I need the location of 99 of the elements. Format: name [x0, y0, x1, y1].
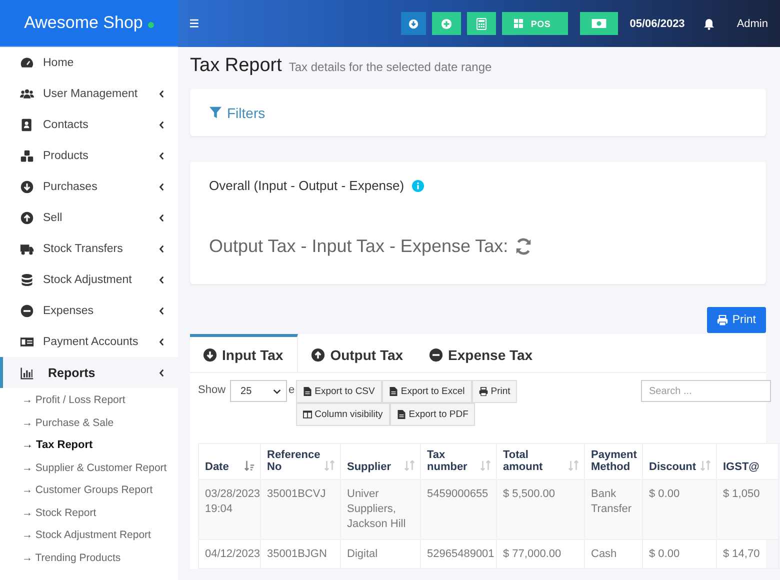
- submenu-item[interactable]: → Stock Adjustment Report: [22, 524, 178, 546]
- printer-icon: [717, 314, 728, 326]
- table-cell: $ 14,70: [716, 539, 778, 569]
- calculator-button[interactable]: [466, 12, 496, 35]
- menu-icon[interactable]: [190, 19, 200, 28]
- tab[interactable]: Expense Tax: [416, 334, 546, 372]
- filter-icon: [209, 106, 222, 119]
- sidebar-item[interactable]: Stock Adjustment: [0, 264, 178, 295]
- sidebar-item[interactable]: Stock Transfers: [0, 233, 178, 264]
- arrow-circle-up-icon: [311, 348, 326, 362]
- printer-icon: [478, 387, 488, 396]
- users-icon: [20, 86, 34, 100]
- export-button[interactable]: Export to PDF: [390, 403, 476, 426]
- submenu-item[interactable]: → Profit / Loss Report: [22, 389, 178, 412]
- sort-icon[interactable]: [568, 460, 579, 471]
- current-date: 05/06/2023: [630, 18, 685, 30]
- info-icon[interactable]: [412, 180, 424, 192]
- submenu-item[interactable]: → Purchase & Sale: [22, 412, 178, 434]
- banknote-icon: [590, 19, 607, 28]
- table-cell: Cash: [584, 539, 642, 569]
- table-cell: Univer Suppliers, Jackson Hill: [340, 480, 420, 540]
- truck-icon: [20, 242, 34, 256]
- download-button[interactable]: [400, 12, 426, 35]
- money-card-icon: [20, 334, 34, 348]
- filters-card[interactable]: Filters: [190, 89, 766, 136]
- cash-button[interactable]: [580, 12, 618, 35]
- arrow-circle-down-icon: [20, 180, 34, 194]
- export-button[interactable]: Export to CSV: [296, 380, 382, 403]
- show-label: Show: [198, 384, 226, 396]
- column-header[interactable]: Date: [205, 461, 229, 473]
- sidebar-item[interactable]: Home: [0, 47, 178, 78]
- entries-label: e: [288, 384, 295, 396]
- file-icon: [396, 410, 406, 419]
- print-button[interactable]: Print: [472, 380, 518, 403]
- database-icon: [20, 272, 34, 286]
- page-subtitle: Tax details for the selected date range: [288, 60, 492, 74]
- column-header[interactable]: Supplier: [347, 461, 392, 473]
- sort-icon[interactable]: [700, 460, 711, 471]
- tab[interactable]: Input Tax: [190, 334, 298, 372]
- table-cell: $ 5,500.00: [496, 480, 584, 540]
- add-button[interactable]: [432, 12, 461, 35]
- file-icon: [302, 387, 312, 396]
- calculator-icon: [476, 18, 487, 30]
- gauge-icon: [20, 56, 34, 70]
- grid-icon: [514, 19, 523, 28]
- table-cell: $ 77,000.00: [496, 539, 584, 569]
- page-title: Tax Report: [190, 55, 282, 77]
- table-cell: 03/28/2023 19:04: [198, 480, 260, 540]
- sort-icon[interactable]: [244, 460, 255, 471]
- table-cell: $ 0.00: [642, 480, 716, 540]
- table-cell: 52965489001: [420, 539, 496, 569]
- table-cell: $ 1,050: [716, 480, 778, 540]
- plus-circle-icon: [440, 18, 452, 30]
- sidebar-item[interactable]: Sell: [0, 202, 178, 233]
- bar-chart-icon: [20, 366, 34, 380]
- column-header[interactable]: IGST@: [723, 461, 760, 473]
- sort-icon[interactable]: [480, 460, 491, 471]
- table-cell: $ 0.00: [642, 539, 716, 569]
- sidebar-item[interactable]: Products: [0, 140, 178, 171]
- sort-icon[interactable]: [324, 460, 335, 471]
- overall-title: Overall (Input - Output - Expense): [209, 178, 404, 193]
- search-field[interactable]: Search ...: [641, 380, 771, 402]
- submenu-item[interactable]: → Customer Groups Report: [22, 479, 178, 502]
- user-menu[interactable]: Admin: [736, 18, 768, 30]
- table-cell: 04/12/2023: [198, 539, 260, 569]
- table-cell: Bank Transfer: [584, 480, 642, 540]
- bell-icon[interactable]: [702, 18, 715, 30]
- download-icon: [408, 18, 419, 30]
- caret-icon: [272, 388, 281, 394]
- print-button[interactable]: Print: [707, 307, 766, 333]
- page-length-select[interactable]: 25: [230, 380, 287, 402]
- address-book-icon: [20, 118, 34, 132]
- sidebar-item[interactable]: Purchases: [0, 171, 178, 202]
- sort-icon[interactable]: [404, 460, 415, 471]
- table-cell: 35001BJGN: [260, 539, 340, 569]
- tab[interactable]: Output Tax: [298, 334, 416, 372]
- minus-circle-icon: [429, 348, 444, 362]
- cubes-icon: [20, 148, 34, 162]
- submenu-item[interactable]: → Tax Report: [22, 434, 178, 456]
- sidebar-item[interactable]: Payment Accounts: [0, 326, 178, 357]
- submenu-item[interactable]: → Supplier & Customer Report: [22, 456, 178, 479]
- app-name[interactable]: Awesome Shop: [24, 13, 143, 33]
- arrow-circle-down-icon: [203, 348, 217, 362]
- table-cell: 35001BCVJ: [260, 480, 340, 540]
- submenu-item[interactable]: → Trending Products: [22, 546, 178, 569]
- file-icon: [388, 387, 398, 396]
- minus-circle-icon: [20, 304, 34, 318]
- sidebar-item[interactable]: Reports: [0, 357, 178, 388]
- sidebar-item[interactable]: User Management: [0, 78, 178, 109]
- submenu-item[interactable]: → Stock Report: [22, 502, 178, 524]
- arrow-circle-up-icon: [20, 210, 34, 224]
- table-cell: 5459000655: [420, 480, 496, 540]
- tax-formula: Output Tax - Input Tax - Expense Tax:: [209, 236, 508, 257]
- sidebar-item[interactable]: Expenses: [0, 295, 178, 326]
- export-button[interactable]: Export to Excel: [382, 380, 472, 403]
- column-visibility-button[interactable]: Column visibility: [296, 403, 390, 426]
- columns-icon: [302, 410, 312, 419]
- table-cell: Digital: [340, 539, 420, 569]
- sidebar-item[interactable]: Contacts: [0, 109, 178, 140]
